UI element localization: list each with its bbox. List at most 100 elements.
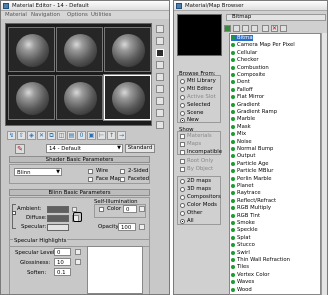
show-end-result-icon[interactable]: ⊢	[97, 131, 106, 140]
map-list-item[interactable]: Cellular	[231, 50, 257, 56]
by-object-checkbox[interactable]	[180, 167, 185, 172]
map-list-item[interactable]: Particle MBlur	[231, 168, 273, 174]
map-list-item[interactable]: Planet	[231, 183, 254, 189]
browser-titlebar[interactable]: Material/Map Browser	[174, 1, 327, 11]
map-list-item[interactable]: Gradient Ramp	[231, 109, 277, 115]
sample-slot[interactable]	[8, 75, 55, 120]
map-list-item[interactable]: Marble	[231, 116, 255, 122]
maps-compositors-radio[interactable]	[180, 195, 185, 200]
browse-scene-radio[interactable]	[180, 111, 185, 116]
menu-material[interactable]: Material	[5, 12, 27, 18]
map-list-item[interactable]: Smoke	[231, 220, 255, 226]
specular-level-field[interactable]: 0	[54, 248, 71, 256]
backlight-button[interactable]	[156, 37, 164, 45]
material-id-icon[interactable]: 0	[77, 131, 86, 140]
make-copy-icon[interactable]: ⧉	[47, 131, 56, 140]
diffuse-swatch[interactable]	[47, 215, 69, 222]
map-list-item[interactable]: Tiles	[231, 264, 249, 270]
sample-slot[interactable]	[56, 75, 103, 120]
specular-level-map-button[interactable]	[75, 249, 81, 255]
face-map-checkbox[interactable]	[88, 177, 93, 182]
map-list-item[interactable]: Combustion	[231, 65, 269, 71]
map-list-item[interactable]: RGB Tint	[231, 213, 260, 219]
map-list-item[interactable]: Speckle	[231, 227, 258, 233]
sample-type-button[interactable]	[156, 25, 164, 33]
material-editor-titlebar[interactable]: Material Editor - 14 - Default	[1, 1, 169, 11]
map-list-item[interactable]: Waves	[231, 279, 254, 285]
map-list-item[interactable]: Reflect/Refract	[231, 198, 276, 204]
self-illum-color-checkbox[interactable]	[99, 207, 104, 212]
map-list-item[interactable]: Normal Bump	[231, 146, 273, 152]
map-list-item[interactable]: Perlin Marble	[231, 176, 272, 182]
material-type-button[interactable]: Standard	[125, 144, 155, 153]
map-list-item[interactable]: Noise	[231, 139, 252, 145]
assign-to-selection-icon[interactable]: ◈	[27, 131, 36, 140]
map-list-item[interactable]: Gradient	[231, 102, 260, 108]
list-scrollbar[interactable]	[321, 33, 327, 295]
map-list-item[interactable]: Vertex Color	[231, 272, 270, 278]
two-sided-checkbox[interactable]	[120, 169, 125, 174]
sample-slot[interactable]	[56, 27, 103, 72]
menu-options[interactable]: Options	[67, 12, 88, 18]
shader-type-select[interactable]: Blinn ▼	[14, 168, 62, 176]
menu-navigation[interactable]: Navigation	[31, 12, 60, 18]
update-scene-icon[interactable]	[262, 25, 269, 32]
show-maps-checkbox[interactable]	[180, 142, 185, 147]
maps-color-mods-radio[interactable]	[180, 203, 185, 208]
opacity-field[interactable]: 100	[118, 223, 136, 231]
maps-all-radio[interactable]	[180, 219, 185, 224]
put-to-scene-icon[interactable]: ⇧	[17, 131, 26, 140]
shader-rollout-header[interactable]: Shader Basic Parameters	[9, 156, 150, 163]
map-list-item[interactable]: Thin Wall Refraction	[231, 257, 290, 263]
self-illum-map-button[interactable]	[139, 206, 145, 212]
make-preview-button[interactable]	[156, 85, 164, 93]
map-list-item[interactable]: Composite	[231, 72, 265, 78]
map-list-item[interactable]: Splat	[231, 235, 251, 241]
blinn-rollout-header[interactable]: Blinn Basic Parameters	[9, 189, 150, 196]
map-list-item[interactable]: Camera Map Per Pixel	[231, 42, 295, 48]
reset-map-icon[interactable]: ✕	[37, 131, 46, 140]
put-to-library-icon[interactable]: ▤	[67, 131, 76, 140]
faceted-checkbox[interactable]	[120, 177, 125, 182]
map-list-item[interactable]: Stucco	[231, 242, 255, 248]
options-button[interactable]	[156, 97, 164, 105]
background-button[interactable]	[156, 49, 164, 57]
view-list-icons-icon[interactable]	[233, 25, 240, 32]
map-list-item[interactable]: Output	[231, 153, 255, 159]
maps-other-radio[interactable]	[180, 211, 185, 216]
browse-new-radio[interactable]	[180, 118, 185, 123]
view-large-icons-icon[interactable]	[251, 25, 258, 32]
show-incompatible-checkbox[interactable]	[180, 150, 185, 155]
material-name-field[interactable]: 14 - Default ▼	[46, 144, 123, 153]
map-list-item[interactable]: Mask	[231, 124, 251, 130]
map-list-item[interactable]: Dent	[231, 79, 250, 85]
map-list-item[interactable]: Raytrace	[231, 190, 261, 196]
soften-field[interactable]: 0.1	[54, 268, 71, 276]
glossiness-field[interactable]: 10	[54, 258, 71, 266]
ambient-swatch[interactable]	[47, 206, 69, 213]
specular-swatch[interactable]	[47, 224, 69, 231]
video-color-check-button[interactable]	[156, 73, 164, 81]
opacity-map-button[interactable]	[139, 224, 145, 230]
ambient-lock-icon[interactable]	[12, 211, 16, 215]
make-unique-icon[interactable]: ◫	[57, 131, 66, 140]
self-illum-value-field[interactable]: 0	[123, 205, 137, 213]
browse-active-slot-radio[interactable]	[180, 95, 185, 100]
wire-checkbox[interactable]	[88, 169, 93, 174]
map-list-item[interactable]: Wood	[231, 287, 252, 293]
delete-icon[interactable]: ✕	[271, 25, 278, 32]
view-list-icon[interactable]	[224, 25, 231, 32]
map-list-item[interactable]: Checker	[231, 57, 259, 63]
menu-utilities[interactable]: Utilities	[91, 12, 111, 18]
browse-mtl-editor-radio[interactable]	[180, 87, 185, 92]
get-material-icon[interactable]: ↯	[7, 131, 16, 140]
sample-slot-active[interactable]	[103, 74, 152, 121]
map-list[interactable]: Bitmap Camera Map Per Pixel Cellular Checke…	[229, 33, 321, 295]
maps-3d-radio[interactable]	[180, 187, 185, 192]
map-list-item[interactable]: RGB Multiply	[231, 205, 271, 211]
map-list-item[interactable]: Falloff	[231, 87, 253, 93]
browse-selected-radio[interactable]	[180, 103, 185, 108]
material-navigator-button[interactable]	[156, 121, 164, 129]
sample-slot[interactable]	[104, 27, 151, 72]
go-forward-to-sibling-icon[interactable]: →	[117, 131, 126, 140]
